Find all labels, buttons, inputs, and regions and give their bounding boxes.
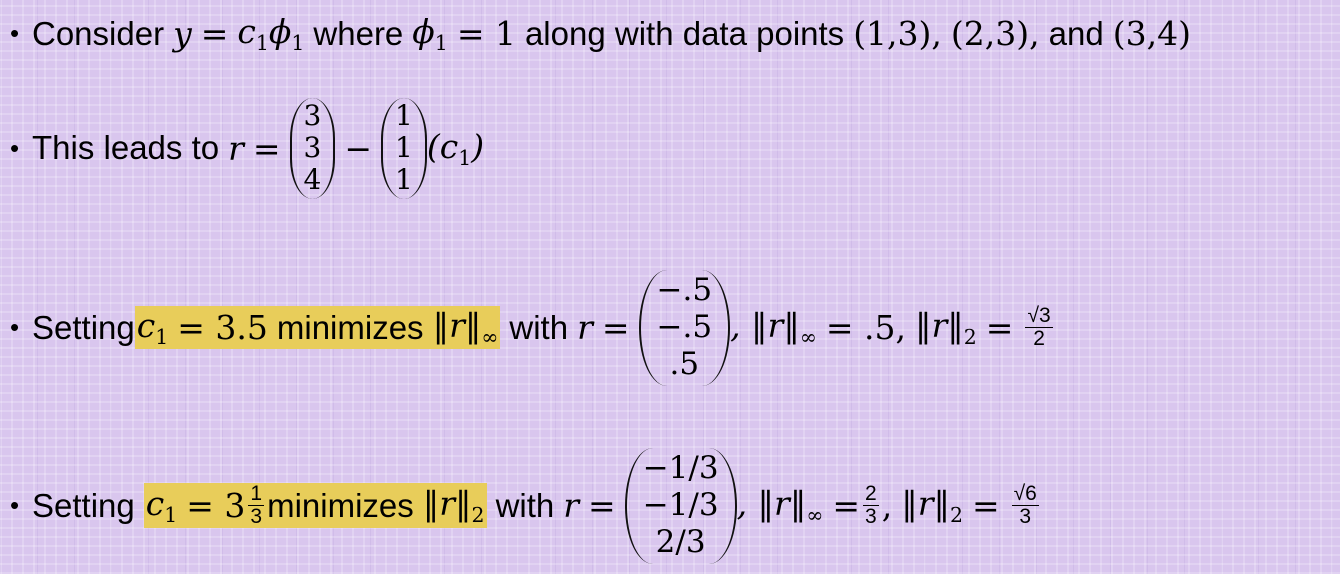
fraction-one-third: 13 — [248, 482, 265, 529]
math-norm-inf: , ‖r‖∞ — [736, 484, 824, 528]
math-c1: c1 — [237, 12, 269, 56]
highlight: c1 = 3 13 minimizes ‖r‖2 — [143, 482, 487, 529]
vector-ones: 111 — [381, 98, 427, 199]
bullet-icon: • — [10, 312, 20, 343]
bullet-line-1: • Consider y = c1 ϕ1 where ϕ1 = 1 along … — [10, 12, 1191, 55]
math-r: r — [577, 308, 593, 348]
vector-residual: −1/3 −1/3 2/3 — [624, 448, 737, 564]
highlight: c1 = 3.5 minimizes ‖r‖∞ — [134, 306, 501, 350]
data-point: (3,4) — [1112, 14, 1191, 54]
math-eq: = — [200, 14, 229, 54]
math-value: = 3.5 — [177, 308, 268, 348]
math-c1: c1 — [136, 306, 169, 350]
text: This leads to — [32, 129, 220, 167]
math-eq: = — [832, 486, 861, 526]
text: Setting — [32, 308, 135, 346]
math-eq: = — [588, 486, 616, 526]
math-r: r — [228, 128, 244, 168]
math-value: = 3 — [186, 486, 246, 526]
math-phi1: ϕ1 — [268, 12, 305, 56]
math-value: = .5, — [825, 308, 906, 348]
math-eq: = — [601, 308, 630, 348]
math-norm-inf: ‖r‖∞ — [432, 306, 499, 350]
text: and — [1048, 14, 1104, 52]
math-eq: = — [252, 128, 281, 168]
math-norm-2: ‖r‖2 — [901, 484, 963, 528]
bullet-line-2: • This leads to r = 334 − 111 (c1) — [10, 98, 484, 199]
slide: • Consider y = c1 ϕ1 where ϕ1 = 1 along … — [0, 0, 1340, 574]
text: where — [313, 14, 404, 52]
bullet-icon: • — [10, 132, 20, 163]
bullet-line-3: • Setting c1 = 3.5 minimizes ‖r‖∞ with r… — [10, 270, 1056, 386]
text: Consider — [32, 14, 165, 52]
math-norm-2: ‖r‖2 — [914, 306, 977, 350]
math-c1: c1 — [145, 484, 178, 528]
fraction-sqrt6-over-3: √6 3 — [1011, 482, 1039, 529]
bullet-icon: • — [10, 490, 20, 521]
comma: , — [881, 486, 893, 526]
text: along with data points — [524, 14, 845, 52]
fraction-two-thirds: 23 — [863, 482, 879, 529]
math-norm-2: ‖r‖2 — [422, 484, 485, 528]
data-point: (2,3), — [950, 14, 1040, 54]
bullet-line-4: • Setting c1 = 3 13 minimizes ‖r‖2 with … — [10, 448, 1042, 564]
fraction-sqrt3-over-2: √3 2 — [1025, 304, 1053, 351]
text: Setting — [32, 486, 135, 524]
math-c1: (c1) — [426, 126, 485, 170]
text: with — [509, 308, 569, 346]
math-eq-one: = 1 — [456, 14, 516, 54]
math-eq: = — [985, 308, 1014, 348]
vector-y: 334 — [289, 98, 336, 199]
math-norm-inf: , ‖r‖∞ — [730, 306, 817, 350]
math-eq: = — [972, 486, 1000, 526]
text: minimizes — [267, 486, 414, 524]
math-minus: − — [344, 128, 373, 168]
math-phi1: ϕ1 — [412, 12, 448, 56]
text: minimizes — [276, 308, 424, 346]
math-r: r — [563, 486, 580, 526]
vector-residual: −.5 −.5.5 — [638, 270, 731, 386]
math-y: y — [173, 14, 192, 54]
data-point: (1,3), — [853, 14, 942, 54]
bullet-icon: • — [10, 18, 20, 49]
text: with — [495, 486, 555, 524]
